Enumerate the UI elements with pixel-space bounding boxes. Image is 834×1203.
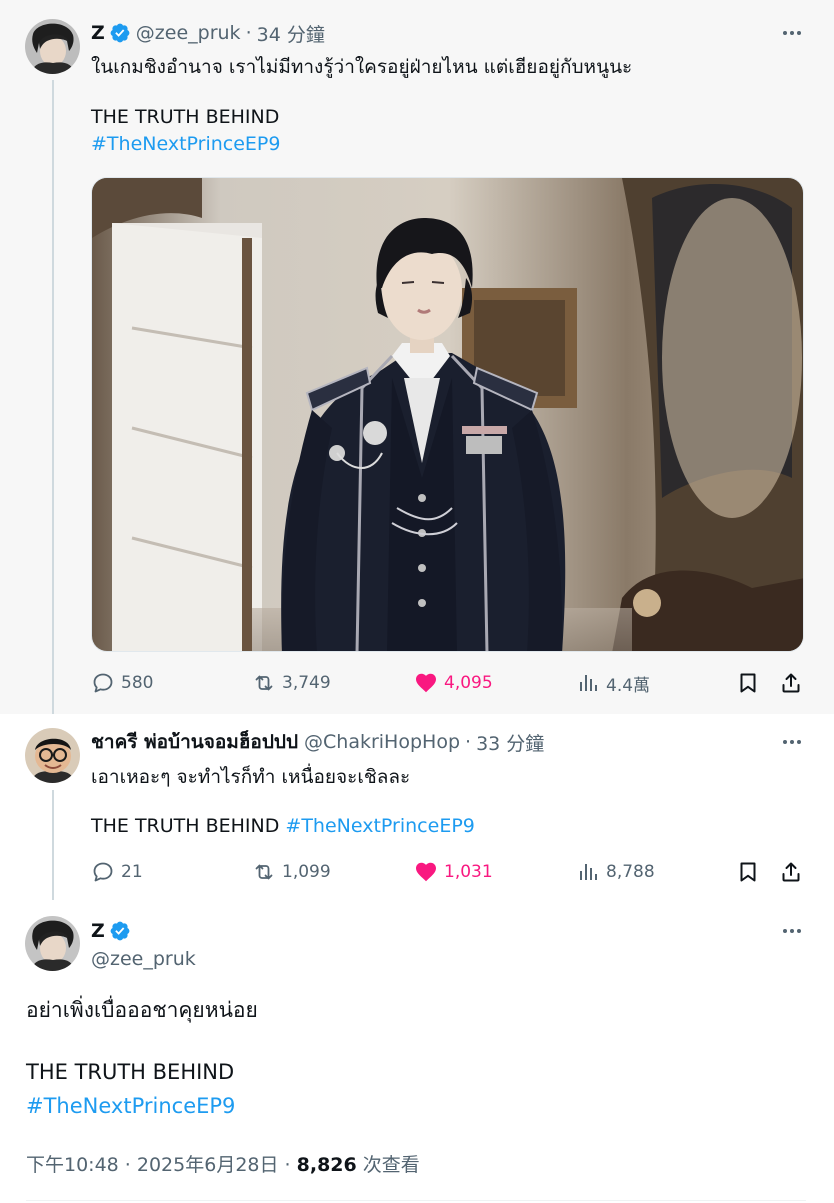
- bookmark-button[interactable]: [735, 857, 761, 887]
- repost-icon: [252, 860, 276, 884]
- tweet-2-text-line1: เอาเหอะๆ จะทำไรก็ทำ เหนื่อยจะเชิลละ: [91, 766, 411, 788]
- repost-icon: [252, 671, 276, 695]
- view-count: 8,826: [296, 1154, 357, 1176]
- display-name[interactable]: Z: [91, 22, 105, 44]
- views-button[interactable]: 4.4萬: [576, 668, 650, 698]
- repost-button[interactable]: 3,749: [252, 668, 331, 698]
- like-count: 1,031: [444, 862, 493, 882]
- separator-dot: ·: [245, 22, 252, 44]
- reply-icon: [91, 860, 115, 884]
- share-icon: [779, 860, 803, 884]
- like-button[interactable]: 1,031: [414, 857, 493, 887]
- view-count: 8,788: [606, 862, 655, 882]
- separator-dot: ·: [465, 731, 472, 753]
- bookmark-icon: [736, 860, 760, 884]
- hashtag-link[interactable]: #TheNextPrinceEP9: [26, 1094, 235, 1118]
- verified-badge-icon: [109, 22, 131, 44]
- tweet-3-text-line2: THE TRUTH BEHIND: [26, 1060, 235, 1084]
- repost-button[interactable]: 1,099: [252, 857, 331, 887]
- tweet-photo[interactable]: [91, 177, 804, 652]
- avatar-zee[interactable]: [25, 916, 80, 971]
- tweet-2[interactable]: ชาครี พ่อบ้านจอมฮ็อปปป @ChakriHopHop · 3…: [0, 714, 834, 900]
- avatar-chakri[interactable]: [25, 728, 80, 783]
- post-datetime[interactable]: 下午10:48 · 2025年6月28日 ·: [26, 1154, 297, 1176]
- tweet-3-meta: 下午10:48 · 2025年6月28日 · 8,826 次查看: [26, 1150, 420, 1177]
- reply-icon: [91, 671, 115, 695]
- repost-count: 1,099: [282, 862, 331, 882]
- repost-count: 3,749: [282, 673, 331, 693]
- thread-line: [52, 790, 54, 900]
- tweet-3-focused: Z @zee_pruk อย่าเพิ่งเบื่อออชาคุยหน่อย T…: [0, 900, 834, 1203]
- hashtag-link[interactable]: #TheNextPrinceEP9: [285, 815, 474, 837]
- tweet-3-handle: @zee_pruk: [91, 945, 196, 973]
- reply-count: 21: [121, 862, 143, 882]
- avatar-zee[interactable]: [25, 19, 80, 74]
- handle[interactable]: @zee_pruk: [91, 948, 196, 970]
- bookmark-button[interactable]: [735, 668, 761, 698]
- timestamp[interactable]: 34 分鐘: [257, 20, 325, 47]
- tweet-1-text-line1: ในเกมชิงอำนาจ เราไม่มีทางรู้ว่าใครอยู่ฝ่…: [91, 56, 633, 78]
- divider: [26, 1200, 806, 1201]
- heart-icon: [414, 860, 438, 884]
- like-button[interactable]: 4,095: [414, 668, 493, 698]
- tweet-3-text-line1: อย่าเพิ่งเบื่อออชาคุยหน่อย: [26, 998, 258, 1022]
- display-name[interactable]: Z: [91, 920, 105, 942]
- reply-button[interactable]: 21: [91, 857, 143, 887]
- bookmark-icon: [736, 671, 760, 695]
- timestamp[interactable]: 33 分鐘: [476, 729, 544, 756]
- more-icon[interactable]: [778, 21, 806, 45]
- share-button[interactable]: [778, 668, 804, 698]
- tweet-1-header: Z @zee_pruk · 34 分鐘: [91, 19, 325, 47]
- tweet-2-text-prefix: THE TRUTH BEHIND: [91, 815, 286, 837]
- tweet-1-actions: 580 3,749 4,095 4.4萬: [91, 668, 805, 698]
- tweet-1-text-line2: THE TRUTH BEHIND: [91, 106, 280, 128]
- handle[interactable]: @ChakriHopHop: [304, 731, 460, 753]
- display-name[interactable]: ชาครี พ่อบ้านจอมฮ็อปปป: [91, 727, 298, 757]
- reply-button[interactable]: 580: [91, 668, 153, 698]
- tweet-2-actions: 21 1,099 1,031 8,788: [91, 857, 805, 887]
- tweet-2-header: ชาครี พ่อบ้านจอมฮ็อปปป @ChakriHopHop · 3…: [91, 728, 544, 756]
- like-count: 4,095: [444, 673, 493, 693]
- views-button[interactable]: 8,788: [576, 857, 655, 887]
- view-count: 4.4萬: [606, 675, 651, 696]
- heart-icon: [414, 671, 438, 695]
- tweet-2-text-line2: THE TRUTH BEHIND #TheNextPrinceEP9: [91, 815, 475, 837]
- reply-count: 580: [121, 673, 154, 693]
- tweet-3-name: Z: [91, 917, 131, 945]
- verified-badge-icon: [109, 920, 131, 942]
- more-icon[interactable]: [778, 730, 806, 754]
- views-icon: [576, 860, 600, 884]
- share-icon: [779, 671, 803, 695]
- views-icon: [576, 671, 600, 695]
- more-icon[interactable]: [778, 919, 806, 943]
- share-button[interactable]: [778, 857, 804, 887]
- handle[interactable]: @zee_pruk: [136, 22, 241, 44]
- tweet-1[interactable]: Z @zee_pruk · 34 分鐘 ในเกมชิงอำนาจ เราไม่…: [0, 0, 834, 714]
- thread-line: [52, 80, 54, 714]
- hashtag-link[interactable]: #TheNextPrinceEP9: [91, 133, 280, 155]
- views-label: 次查看: [356, 1154, 420, 1176]
